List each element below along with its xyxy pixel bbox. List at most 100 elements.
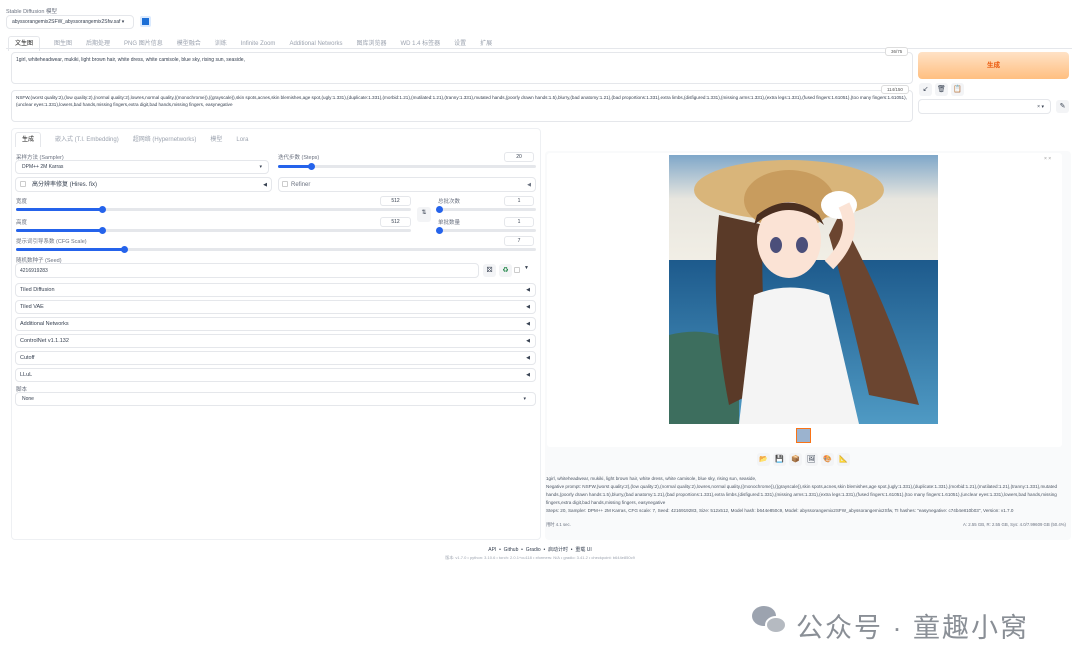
accordion-item[interactable]: ControlNet v1.1.132 ◀ [15, 334, 536, 348]
dice-icon[interactable]: ⚄ [483, 264, 496, 277]
styles-select[interactable]: × ▾ [918, 99, 1051, 114]
cfg-slider[interactable] [16, 246, 536, 253]
cfg-input[interactable]: 7 [504, 236, 534, 246]
send-to-inpaint-icon[interactable]: 🎨 [821, 453, 834, 466]
recycle-icon[interactable]: ♻ [499, 264, 512, 277]
collapse-arrow-icon: ◀ [526, 287, 530, 293]
hires-fix-accordion[interactable]: 高分辨率修复 (Hires. fix) ◀ [15, 177, 272, 192]
refresh-icon[interactable] [140, 16, 151, 27]
model-label: Stable Diffusion 模型 [6, 9, 57, 15]
footer-links: API • Github • Gradio • 启动计时 • 重载 UI [488, 547, 592, 553]
cfg-label: 提示词引导系数 (CFG Scale) [16, 239, 87, 245]
sampler-select[interactable]: DPM++ 2M Karras ▾ [15, 160, 269, 174]
tab-generate[interactable]: 生成 [15, 132, 42, 147]
tab[interactable]: 图生图 [54, 41, 72, 47]
thumbnail[interactable] [796, 428, 811, 443]
hires-label: 高分辨率修复 (Hires. fix) [32, 182, 97, 188]
hires-checkbox[interactable] [20, 181, 26, 187]
script-select[interactable]: None ▾ [15, 392, 536, 406]
collapse-arrow-icon: ◀ [526, 355, 530, 361]
batch-size-slider[interactable] [436, 227, 536, 234]
apply-style-icon[interactable]: ↙ [919, 83, 932, 96]
collapse-arrow-icon: ◀ [526, 321, 530, 327]
extra-seed-checkbox[interactable] [514, 267, 520, 273]
generate-button[interactable]: 生成 [918, 52, 1069, 79]
batch-count-input[interactable]: 1 [504, 196, 534, 206]
tab[interactable]: 超网络 (Hypernetworks) [133, 137, 197, 143]
height-slider-fill [16, 227, 106, 234]
tab[interactable]: 后期处理 [86, 41, 110, 47]
width-input[interactable]: 512 [380, 196, 411, 206]
refiner-checkbox[interactable] [282, 181, 288, 187]
close-icon[interactable]: × × [1044, 156, 1051, 162]
wechat-logo-icon [752, 606, 788, 636]
collapse-arrow-icon: ◀ [526, 372, 530, 378]
pencil-icon[interactable]: ✎ [1056, 100, 1069, 113]
save-icon[interactable]: 💾 [773, 453, 786, 466]
tab[interactable]: Infinite Zoom [241, 41, 276, 47]
startup-timing-link[interactable]: 启动计时 [548, 547, 568, 553]
gradio-link[interactable]: Gradio [526, 547, 541, 553]
batch-size-input[interactable]: 1 [504, 217, 534, 227]
accordion-label: Tiled Diffusion [20, 287, 55, 293]
tab[interactable]: WD 1.4 标签器 [400, 41, 440, 47]
tab[interactable]: 嵌入式 (T.I. Embedding) [55, 137, 119, 143]
clipboard-icon[interactable]: 📋 [951, 83, 964, 96]
generation-info: 1girl, whiteheadwear, mukiki, light brow… [546, 475, 1066, 515]
folder-icon[interactable]: 📂 [757, 453, 770, 466]
accordion-item[interactable]: Additional Networks ◀ [15, 317, 536, 331]
watermark: 公众号 · 童趣小窝 [796, 613, 1029, 643]
tab[interactable]: Additional Networks [289, 41, 342, 47]
negative-counter: 114/150 [881, 85, 909, 94]
accordion-item[interactable]: Tiled VAE ◀ [15, 300, 536, 314]
accordion-item[interactable]: LLuL ◀ [15, 368, 536, 382]
tab[interactable]: 训练 [215, 41, 227, 47]
height-slider[interactable] [16, 227, 411, 234]
swap-dimensions-button[interactable]: ⇅ [417, 207, 431, 222]
tab[interactable]: PNG 图片信息 [124, 41, 163, 47]
refiner-label: Refiner [291, 182, 311, 188]
height-label: 高度 [16, 220, 28, 226]
tab[interactable]: 扩展 [480, 41, 492, 47]
refiner-accordion[interactable]: Refiner ◀ [278, 177, 536, 192]
version-info: 版本: v1.7.0 • python: 3.10.6 • torch: 2.0… [445, 555, 635, 560]
reload-ui-link[interactable]: 重载 UI [575, 547, 591, 553]
trash-icon[interactable]: 🗑 [935, 83, 948, 96]
accordion-label: LLuL [20, 372, 33, 378]
tab[interactable]: 模型 [210, 137, 222, 143]
extra-seed-toggle[interactable]: ▼ [524, 265, 529, 271]
vram-usage: A: 2.55 GB, R: 2.55 GB, Sys: 4.0/7.99609… [963, 522, 1066, 527]
script-value: None [22, 396, 34, 402]
tab[interactable]: 图库浏览器 [356, 41, 386, 47]
batch-count-label: 总批次数 [438, 199, 461, 205]
github-link[interactable]: Github [504, 547, 519, 553]
accordion-label: ControlNet v1.1.132 [20, 338, 69, 344]
width-label: 宽度 [16, 199, 28, 205]
width-slider[interactable] [16, 206, 411, 213]
accordion-item[interactable]: Tiled Diffusion ◀ [15, 283, 536, 297]
negative-prompt-input[interactable]: NSFW,(worst quality:2),(low quality:2),(… [11, 90, 913, 122]
main-tabs: 文生图 图生图 后期处理 PNG 图片信息 模型融合 训练 Infinite Zoom Add… [8, 36, 506, 51]
tab[interactable]: Lora [236, 137, 248, 143]
accordion-label: Additional Networks [20, 321, 69, 327]
steps-slider[interactable] [278, 163, 536, 170]
send-to-img2img-icon[interactable]: 🖼 [805, 453, 818, 466]
tab[interactable]: 模型融合 [177, 41, 201, 47]
prompt-input[interactable]: 1girl, whiteheadwear, mukiki, light brow… [11, 52, 913, 84]
model-select[interactable]: abyssorangemix2SFW_abyssorangemix2Sfw.sa… [6, 15, 134, 29]
send-to-extras-icon[interactable]: 📐 [837, 453, 850, 466]
accordion-label: Tiled VAE [20, 304, 44, 310]
batch-count-slider[interactable] [436, 206, 536, 213]
prompt-counter: 36/75 [885, 47, 909, 56]
steps-input[interactable]: 20 [504, 152, 534, 162]
tab[interactable]: 设置 [454, 41, 466, 47]
prompt-text: 1girl, whiteheadwear, mukiki, light brow… [16, 57, 245, 63]
api-link[interactable]: API [488, 547, 496, 553]
info-params: Steps: 20, Sampler: DPM++ 2M Karras, CFG… [546, 508, 1014, 513]
height-input[interactable]: 512 [380, 217, 411, 227]
zip-icon[interactable]: 📦 [789, 453, 802, 466]
accordion-item[interactable]: Cutoff ◀ [15, 351, 536, 365]
seed-input[interactable]: 4216919283 [15, 263, 479, 278]
batch-size-label: 单批数量 [438, 220, 461, 226]
generated-image[interactable] [669, 155, 938, 424]
